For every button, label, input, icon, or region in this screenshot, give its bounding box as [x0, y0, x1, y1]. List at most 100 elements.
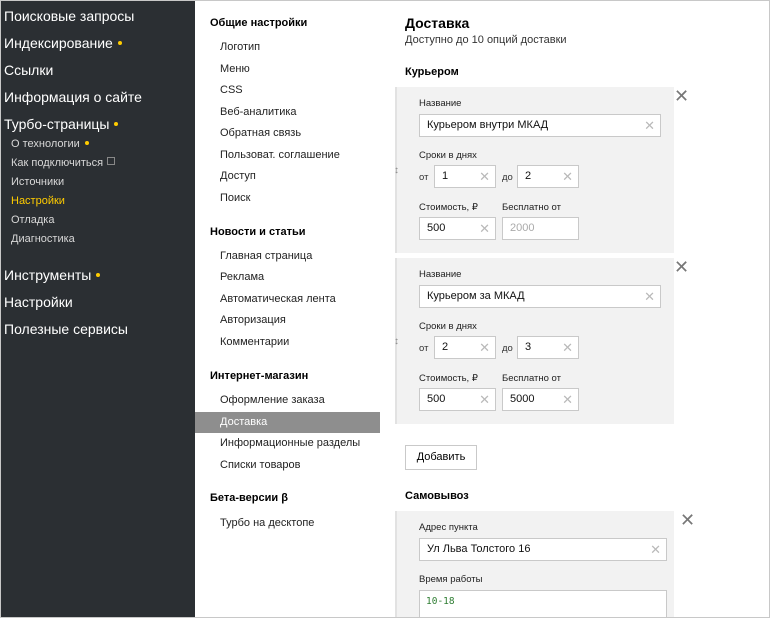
menu-item-web-analytics[interactable]: Веб-аналитика	[195, 102, 380, 123]
menu-item-auto-feed[interactable]: Автоматическая лента	[195, 289, 380, 310]
clear-icon[interactable]: ✕	[562, 389, 573, 410]
clear-icon[interactable]: ✕	[479, 337, 490, 358]
clear-icon[interactable]: ✕	[644, 286, 655, 307]
menu-item-ads[interactable]: Реклама	[195, 267, 380, 288]
sidebar-subitem-label: Отладка	[11, 214, 55, 226]
add-option-button[interactable]: Добавить	[405, 445, 477, 470]
from-label: от	[419, 172, 429, 183]
menu-item-access[interactable]: Доступ	[195, 166, 380, 187]
menu-item-search[interactable]: Поиск	[195, 188, 380, 209]
clear-icon[interactable]: ✕	[479, 166, 490, 187]
cost-label: Стоимость, ₽	[419, 202, 478, 213]
sidebar-subitem-how-to-connect[interactable]: Как подключиться	[11, 157, 116, 169]
sidebar-subitem-sources[interactable]: Источники	[11, 176, 64, 188]
sidebar-subitem-about[interactable]: О технологии	[11, 138, 89, 150]
sidebar-item-tools[interactable]: Инструменты	[4, 267, 101, 283]
name-label: Название	[419, 98, 462, 109]
clear-icon[interactable]: ✕	[479, 389, 490, 410]
notification-dot-icon	[117, 41, 122, 46]
sidebar-subitem-settings[interactable]: Настройки	[11, 195, 65, 207]
sidebar-subitem-diagnostics[interactable]: Диагностика	[11, 233, 75, 245]
days-label: Сроки в днях	[419, 150, 477, 161]
free-from-label: Бесплатно от	[502, 373, 561, 384]
cost-input[interactable]: 500 ✕	[419, 388, 496, 411]
drag-handle-icon[interactable]: ↕	[394, 336, 399, 347]
menu-item-delivery[interactable]: Доставка	[195, 412, 380, 433]
menu-item-menu[interactable]: Меню	[195, 59, 380, 80]
days-to-value: 3	[525, 341, 532, 353]
to-label: до	[502, 172, 513, 183]
address-input[interactable]: Ул Льва Толстого 16 ✕	[419, 538, 667, 561]
days-to-input[interactable]: 2 ✕	[517, 165, 579, 188]
sidebar-item-label: Турбо-страницы	[4, 116, 110, 132]
menu-item-checkout[interactable]: Оформление заказа	[195, 390, 380, 411]
menu-item-authorization[interactable]: Авторизация	[195, 310, 380, 331]
address-label: Адрес пункта	[419, 522, 478, 533]
clear-icon[interactable]: ✕	[562, 337, 573, 358]
notification-dot-icon	[84, 141, 89, 146]
cost-input[interactable]: 500 ✕	[419, 217, 496, 240]
days-to-input[interactable]: 3 ✕	[517, 336, 579, 359]
remove-option-icon[interactable]: ✕	[680, 511, 695, 529]
sidebar-subitem-label: Настройки	[11, 195, 65, 207]
cost-value: 500	[427, 222, 446, 234]
window: Поисковые запросы Индексирование Ссылки …	[0, 0, 770, 618]
sidebar-item-label: Индексирование	[4, 35, 113, 51]
name-input-value: Курьером внутри МКАД	[427, 119, 549, 131]
cost-value: 500	[427, 393, 446, 405]
sidebar-subitem-label: Как подключиться	[11, 157, 104, 169]
menu-item-logo[interactable]: Логотип	[195, 37, 380, 58]
days-from-value: 1	[442, 170, 449, 182]
sidebar-item-label: Поисковые запросы	[4, 8, 135, 24]
remove-option-icon[interactable]: ✕	[674, 87, 689, 105]
menu-item-main-page[interactable]: Главная страница	[195, 246, 380, 267]
courier-heading: Курьером	[405, 66, 459, 78]
hours-textarea[interactable]: 10-18	[419, 590, 667, 617]
menu-heading-news: Новости и статьи	[210, 226, 306, 238]
menu-item-turbo-desktop[interactable]: Турбо на десктопе	[195, 513, 380, 534]
sidebar-item-label: Настройки	[4, 294, 73, 310]
clear-icon[interactable]: ✕	[479, 218, 490, 239]
sidebar-item-settings[interactable]: Настройки	[4, 294, 73, 310]
notification-dot-icon	[96, 273, 101, 278]
menu-item-user-agreement[interactable]: Пользоват. соглашение	[195, 145, 380, 166]
menu-item-feedback[interactable]: Обратная связь	[195, 123, 380, 144]
free-from-input[interactable]: 5000 ✕	[502, 388, 579, 411]
menu-heading-beta: Бета-версии β	[210, 492, 288, 504]
external-link-icon	[107, 157, 116, 166]
pickup-option-card: Адрес пункта Ул Льва Толстого 16 ✕ Время…	[395, 511, 674, 617]
menu-item-info-sections[interactable]: Информационные разделы	[195, 433, 380, 454]
name-input[interactable]: Курьером внутри МКАД ✕	[419, 114, 661, 137]
free-from-value: 2000	[510, 222, 535, 234]
sidebar-item-search-queries[interactable]: Поисковые запросы	[4, 8, 134, 24]
sidebar-item-label: Полезные сервисы	[4, 321, 128, 337]
days-from-input[interactable]: 1 ✕	[434, 165, 496, 188]
courier-option-card: Название Курьером внутри МКАД ✕ Сроки в …	[394, 87, 674, 253]
menu-item-product-lists[interactable]: Списки товаров	[195, 455, 380, 476]
clear-icon[interactable]: ✕	[644, 115, 655, 136]
free-from-input[interactable]: 2000	[502, 217, 579, 240]
drag-handle-icon[interactable]: ↕	[394, 165, 399, 176]
remove-option-icon[interactable]: ✕	[674, 258, 689, 276]
sidebar-item-label: Ссылки	[4, 62, 54, 78]
name-label: Название	[419, 269, 462, 280]
sidebar: Поисковые запросы Индексирование Ссылки …	[1, 1, 195, 617]
to-label: до	[502, 343, 513, 354]
sidebar-item-indexing[interactable]: Индексирование	[4, 35, 122, 51]
menu-item-comments[interactable]: Комментарии	[195, 332, 380, 353]
sidebar-item-links[interactable]: Ссылки	[4, 62, 53, 78]
days-from-input[interactable]: 2 ✕	[434, 336, 496, 359]
name-input[interactable]: Курьером за МКАД ✕	[419, 285, 661, 308]
courier-option-card: Название Курьером за МКАД ✕ Сроки в днях…	[394, 258, 674, 424]
menu-heading-general: Общие настройки	[210, 17, 308, 29]
sidebar-item-useful-services[interactable]: Полезные сервисы	[4, 321, 128, 337]
sidebar-subitem-debug[interactable]: Отладка	[11, 214, 54, 226]
days-label: Сроки в днях	[419, 321, 477, 332]
pickup-heading: Самовывоз	[405, 490, 469, 502]
sidebar-item-turbo-pages[interactable]: Турбо-страницы	[4, 116, 119, 132]
clear-icon[interactable]: ✕	[562, 166, 573, 187]
sidebar-item-label: Инструменты	[4, 267, 92, 283]
sidebar-item-site-info[interactable]: Информация о сайте	[4, 89, 142, 105]
menu-item-css[interactable]: CSS	[195, 80, 380, 101]
clear-icon[interactable]: ✕	[650, 539, 661, 560]
